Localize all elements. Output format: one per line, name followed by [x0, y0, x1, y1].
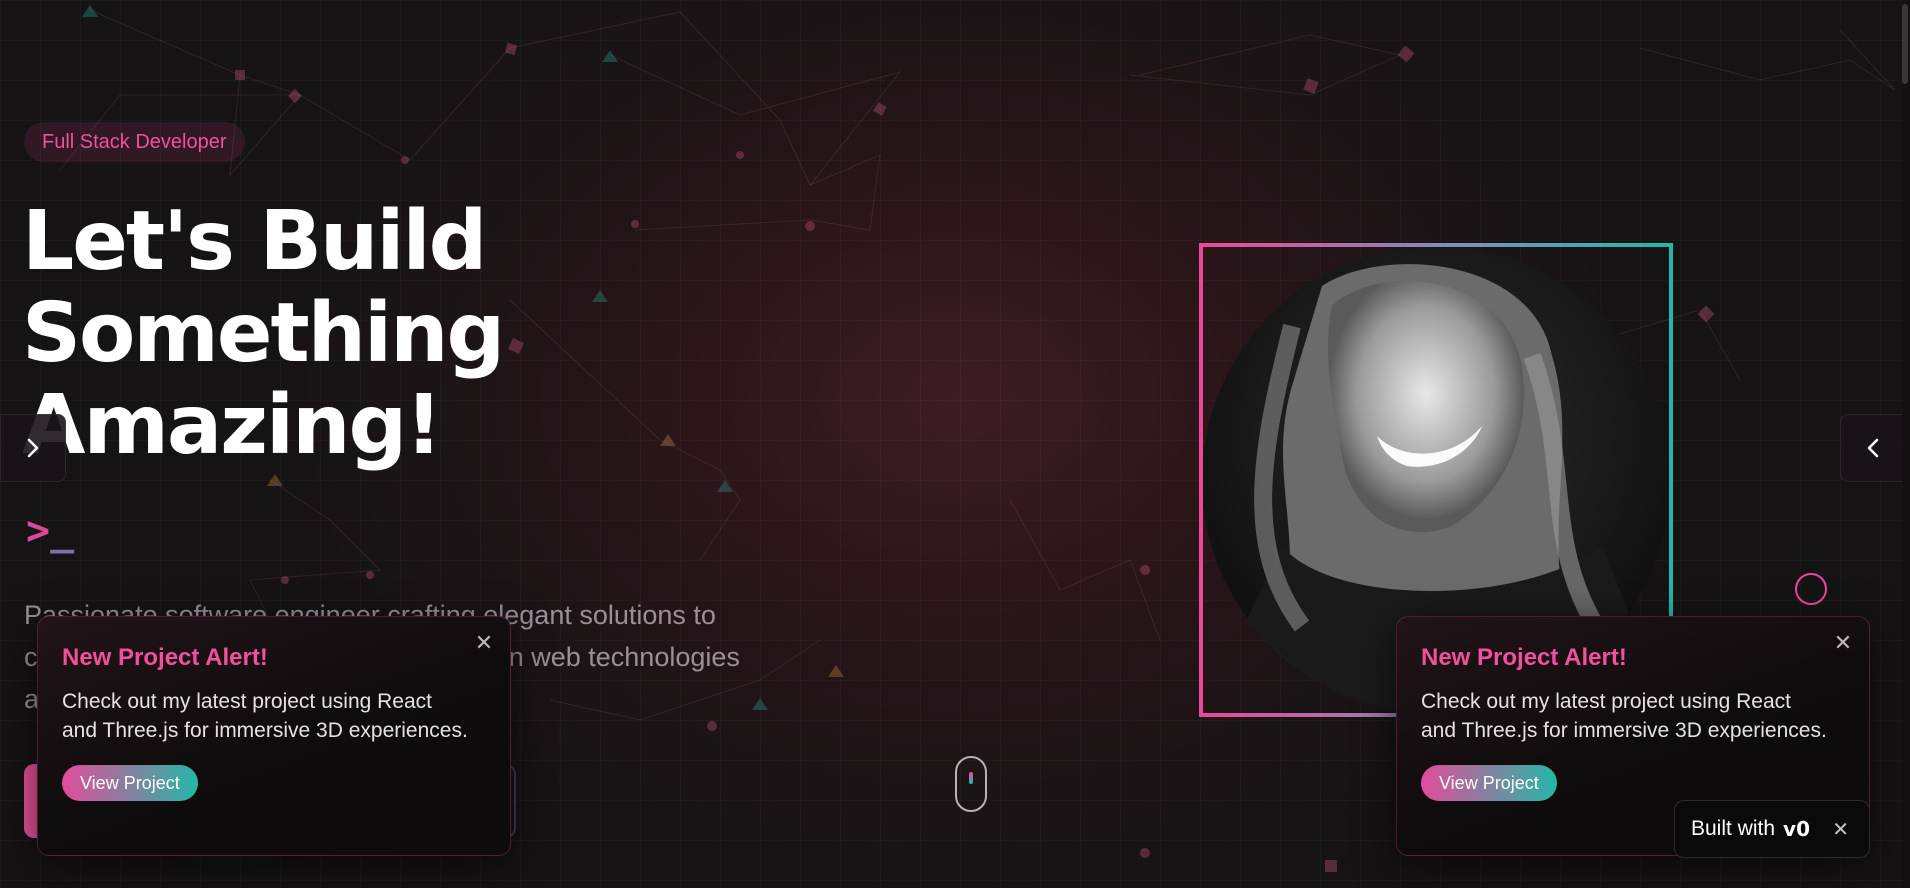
terminal-prompt: >_ [26, 508, 74, 554]
headline-line-1: Let's Build [22, 194, 487, 289]
toast-body: Check out my latest project using React … [62, 690, 468, 742]
headline-line-2: Something [22, 286, 505, 381]
close-icon[interactable]: ✕ [1831, 631, 1855, 655]
carousel-prev-button[interactable] [0, 414, 66, 482]
chevron-left-icon [1867, 438, 1879, 458]
prompt-cursor: _ [50, 508, 75, 554]
view-project-button[interactable]: View Project [1421, 765, 1557, 801]
close-icon[interactable]: ✕ [472, 631, 496, 655]
v0-badge-label: Built with [1691, 817, 1776, 840]
built-with-v0-badge[interactable]: Built with v0 ✕ [1674, 800, 1870, 858]
scroll-wheel [969, 772, 973, 784]
toast-title: New Project Alert! [1421, 644, 1627, 671]
scrollbar-thumb[interactable] [1902, 4, 1908, 84]
chevron-right-icon [27, 438, 39, 458]
v0-logo: v0 [1783, 817, 1810, 841]
close-icon[interactable]: ✕ [1832, 817, 1849, 842]
toast-title: New Project Alert! [62, 644, 268, 671]
toast-body: Check out my latest project using React … [1421, 690, 1827, 742]
page-scrollbar[interactable] [1902, 0, 1910, 888]
prompt-symbol: > [26, 508, 51, 554]
hero-headline: Let's Build Something Amazing! [22, 194, 505, 473]
decorative-ring [1795, 573, 1827, 605]
scroll-indicator-icon [955, 756, 987, 812]
view-project-button[interactable]: View Project [62, 765, 198, 801]
project-alert-toast: ✕ New Project Alert! Check out my latest… [37, 616, 511, 856]
role-badge: Full Stack Developer [24, 122, 245, 162]
carousel-next-button[interactable] [1840, 414, 1906, 482]
headline-line-3: Amazing! [22, 378, 443, 473]
